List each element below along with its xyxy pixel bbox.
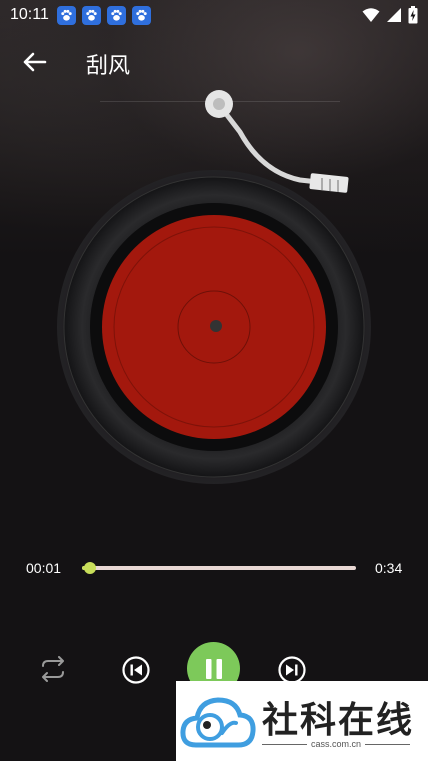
cloud-logo-icon bbox=[180, 697, 256, 748]
watermark-text: 社科在线 bbox=[262, 700, 415, 741]
seek-bar-thumb[interactable] bbox=[84, 562, 97, 574]
skip-previous-icon bbox=[122, 656, 150, 684]
pause-icon bbox=[205, 658, 222, 679]
total-time: 0:34 bbox=[375, 560, 403, 576]
watermark-logo: 社科在线 cass.com.cn bbox=[176, 681, 428, 761]
previous-button[interactable] bbox=[120, 654, 152, 686]
watermark-subtext: cass.com.cn bbox=[311, 739, 362, 749]
current-time: 00:01 bbox=[26, 560, 62, 576]
disc-spindle bbox=[210, 320, 222, 332]
seek-bar[interactable] bbox=[82, 562, 356, 574]
progress-row: 00:01 0:34 bbox=[0, 556, 428, 580]
repeat-icon bbox=[42, 656, 64, 682]
turntable bbox=[57, 90, 371, 484]
repeat-button[interactable] bbox=[36, 654, 70, 684]
watermark-subtext-row: cass.com.cn bbox=[262, 739, 411, 749]
